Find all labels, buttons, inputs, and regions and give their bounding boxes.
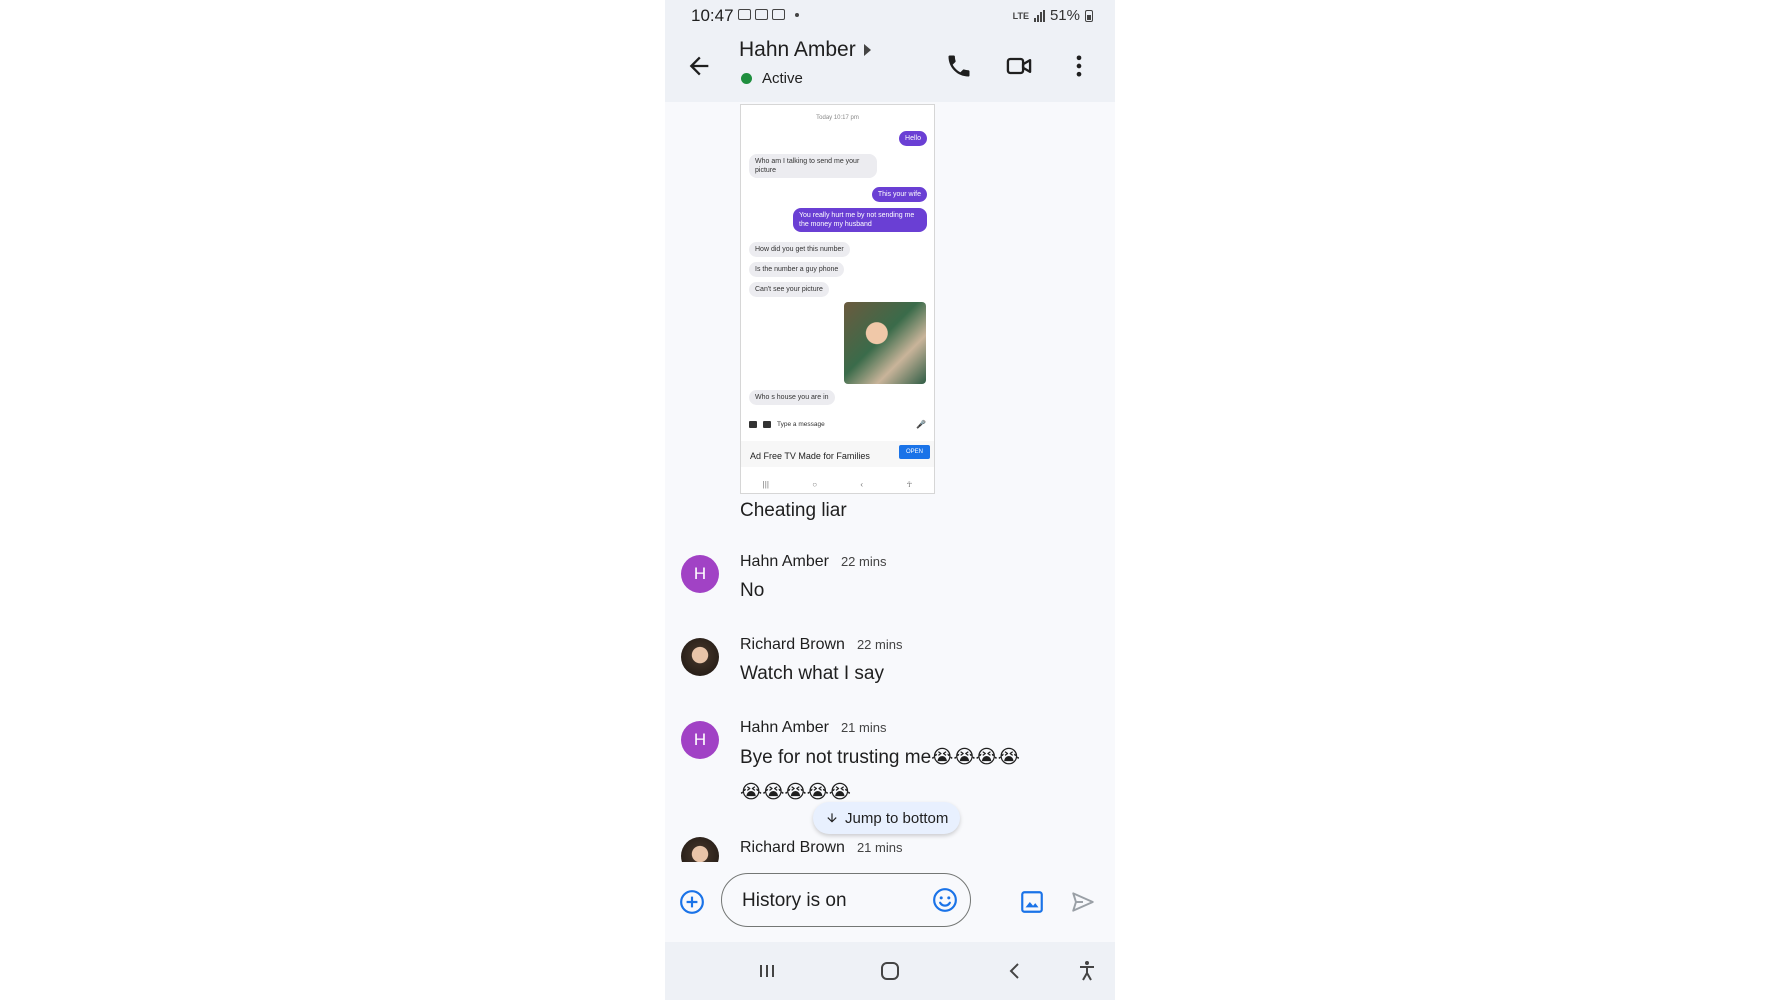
message-meta: Richard Brown 21 mins	[740, 839, 902, 857]
contact-name-button[interactable]: Hahn Amber	[739, 38, 871, 62]
lte-label: LTE	[1012, 10, 1029, 21]
shot-nav-bar: ||| ○ ‹ ☥	[741, 475, 934, 493]
message-icon	[755, 9, 768, 20]
battery-percent: 51%	[1049, 7, 1080, 24]
message-text: No	[740, 580, 765, 601]
home-icon[interactable]	[878, 959, 902, 983]
shot-bubble: Who am I talking to send me your picture	[749, 154, 877, 178]
shot-recents-icon: |||	[762, 479, 769, 489]
message-meta: Hahn Amber 21 mins	[740, 719, 886, 737]
video-call-icon[interactable]	[1005, 52, 1033, 80]
shot-ad-text: Ad Free TV Made for Families	[750, 451, 870, 461]
shot-timestamp: Today 10:17 pm	[816, 115, 859, 121]
shot-gallery-icon	[763, 420, 771, 428]
message-time: 21 mins	[840, 720, 887, 735]
shot-bubble: Can't see your picture	[749, 282, 829, 297]
shot-compose-placeholder: Type a message	[777, 420, 825, 428]
avatar[interactable]	[681, 837, 719, 862]
shot-compose: Type a message 🎤	[749, 418, 926, 430]
shot-bubble: Hello	[899, 131, 927, 146]
message-list[interactable]: Today 10:17 pm Hello Who am I talking to…	[665, 102, 1115, 862]
chat-header: Hahn Amber Active	[665, 32, 1115, 102]
status-bar: 10:47 LTE 51%	[665, 0, 1115, 32]
status-right: LTE 51%	[1013, 7, 1093, 24]
phone-screen: 10:47 LTE 51% Hahn Amber Active Today 10…	[665, 0, 1115, 1000]
sender-name: Richard Brown	[740, 636, 845, 653]
nav-back-icon[interactable]	[1003, 959, 1027, 983]
status-time: 10:47	[691, 6, 734, 25]
jump-to-bottom-button[interactable]: Jump to bottom	[813, 802, 961, 834]
sender-name: Hahn Amber	[740, 719, 829, 736]
back-arrow-icon[interactable]	[685, 52, 713, 80]
shot-camera-icon	[749, 420, 757, 428]
shot-mic-icon: 🎤	[916, 419, 926, 429]
battery-icon	[1085, 9, 1093, 22]
more-options-icon[interactable]	[1065, 52, 1093, 80]
word-icon	[772, 9, 785, 20]
accessibility-icon[interactable]	[1075, 959, 1099, 983]
arrow-down-icon	[827, 813, 837, 823]
avatar[interactable]: H	[681, 555, 719, 593]
compose-bar	[665, 862, 1115, 942]
sender-name: Richard Brown	[740, 839, 845, 856]
shot-accessibility-icon: ☥	[906, 479, 913, 489]
emoji-icon[interactable]	[932, 887, 958, 913]
more-notifications-icon	[795, 12, 799, 17]
shot-ad-banner: Ad Free TV Made for Families OPEN	[741, 441, 934, 467]
contact-name: Hahn Amber	[739, 38, 856, 61]
message-meta: Hahn Amber 22 mins	[740, 553, 886, 571]
message-input[interactable]	[740, 887, 924, 915]
recents-icon[interactable]	[755, 959, 779, 983]
message-text: Watch what I say	[740, 663, 884, 684]
add-circle-icon[interactable]	[679, 889, 705, 915]
shot-home-icon: ○	[812, 479, 818, 489]
message-time: 22 mins	[840, 554, 887, 569]
message-meta: Richard Brown 22 mins	[740, 636, 902, 654]
gmail-icon	[738, 9, 751, 20]
shot-back-icon: ‹	[860, 479, 864, 489]
message-field[interactable]	[721, 873, 971, 927]
shot-ad-open: OPEN	[898, 445, 930, 459]
phone-call-icon[interactable]	[945, 52, 973, 80]
caret-right-icon	[863, 44, 871, 56]
shot-bubble: This your wife	[871, 187, 927, 202]
avatar[interactable]: H	[681, 721, 719, 759]
presence-status: Active	[741, 70, 803, 87]
shot-bubble: You really hurt me by not sending me the…	[793, 208, 927, 232]
shot-photo	[844, 302, 926, 384]
message-time: 22 mins	[856, 637, 903, 652]
jump-label: Jump to bottom	[845, 809, 949, 827]
image-caption: Cheating liar	[740, 500, 847, 521]
shot-bubble: How did you get this number	[749, 242, 850, 257]
message-time: 21 mins	[856, 840, 903, 855]
send-icon[interactable]	[1070, 889, 1096, 915]
sender-name: Hahn Amber	[740, 553, 829, 570]
signal-icon	[1033, 9, 1045, 22]
presence-label: Active	[762, 70, 803, 87]
message-text: Bye for not trusting me😭😭😭😭	[740, 747, 1020, 768]
shared-screenshot-image[interactable]: Today 10:17 pm Hello Who am I talking to…	[740, 104, 935, 494]
emoji-line: 😭😭😭😭😭	[740, 782, 852, 803]
shot-bubble: Who s house you are in	[749, 390, 835, 405]
active-dot-icon	[741, 73, 752, 84]
avatar[interactable]	[681, 638, 719, 676]
shot-bubble: Is the number a guy phone	[749, 262, 845, 277]
image-attach-icon[interactable]	[1019, 889, 1045, 915]
system-nav-bar	[665, 942, 1115, 1000]
notification-icons	[738, 9, 799, 20]
